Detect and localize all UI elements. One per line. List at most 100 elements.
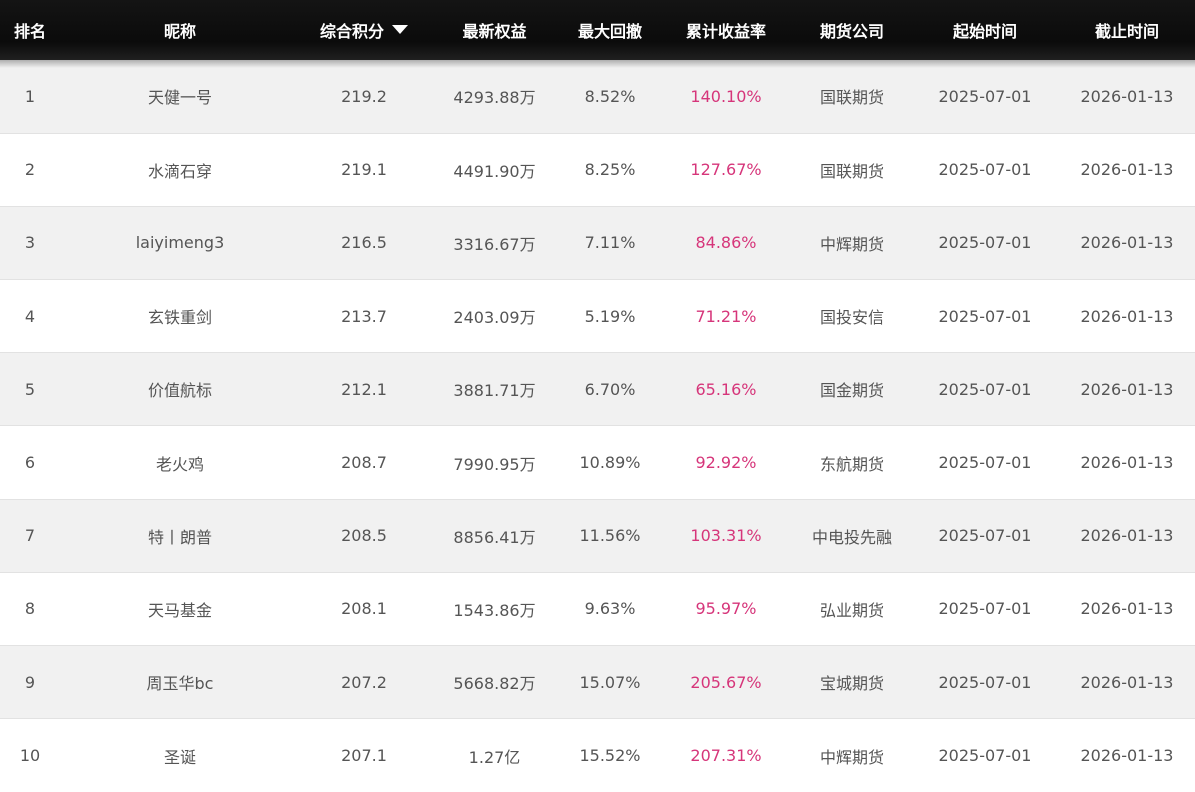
table-body: 1 天健一号 219.2 4293.88万 8.52% 140.10% 国联期货… <box>0 60 1195 792</box>
leaderboard: 排名 昵称 综合积分 最新权益 最大回撤 累计收益率 期货公司 起始时间 截止时… <box>0 0 1195 792</box>
cell-start-date: 2025-07-01 <box>938 746 1032 766</box>
nickname-link[interactable]: 天马基金 <box>148 601 212 620</box>
cell-end-date: 2026-01-13 <box>1080 453 1174 473</box>
cell-end-date: 2026-01-13 <box>1080 160 1174 180</box>
cell-start-date: 2025-07-01 <box>938 379 1032 399</box>
table-row: 6 老火鸡 208.7 7990.95万 10.89% 92.92% 东航期货 … <box>0 425 1195 500</box>
header-return-rate: 累计收益率 <box>659 0 793 60</box>
cell-nickname: 特丨朗普 <box>60 499 300 572</box>
cell-nickname: 天马基金 <box>60 572 300 645</box>
cell-return-rate: 207.31% <box>690 746 762 766</box>
header-equity-label: 最新权益 <box>462 22 527 41</box>
cell-rank: 5 <box>24 379 36 399</box>
cell-return-rate: 127.67% <box>690 160 762 180</box>
header-rank: 排名 <box>0 0 60 60</box>
cell-score: 207.2 <box>341 672 387 692</box>
cell-company: 中电投先融 <box>811 527 892 547</box>
cell-start-date: 2025-07-01 <box>938 526 1032 546</box>
cell-equity: 5668.82万 <box>453 674 536 694</box>
nickname-link[interactable]: 天健一号 <box>148 88 212 107</box>
table-header: 排名 昵称 综合积分 最新权益 最大回撤 累计收益率 期货公司 起始时间 截止时… <box>0 0 1195 60</box>
cell-nickname: 天健一号 <box>60 60 300 133</box>
cell-company: 国联期货 <box>819 88 884 108</box>
table-row: 7 特丨朗普 208.5 8856.41万 11.56% 103.31% 中电投… <box>0 499 1195 573</box>
nickname-link[interactable]: 玄铁重剑 <box>148 308 212 327</box>
cell-return-rate: 103.31% <box>690 526 762 546</box>
cell-start-date: 2025-07-01 <box>938 672 1032 692</box>
cell-rank: 6 <box>24 453 36 473</box>
cell-score: 213.7 <box>341 306 387 326</box>
cell-start-date: 2025-07-01 <box>938 599 1032 619</box>
cell-rank: 8 <box>24 599 36 619</box>
header-drawdown-label: 最大回撤 <box>577 22 642 41</box>
header-end-label: 截止时间 <box>1094 22 1159 41</box>
sort-desc-icon <box>392 25 408 34</box>
nickname-link[interactable]: 老火鸡 <box>156 455 204 474</box>
nickname-link[interactable]: 水滴石穿 <box>148 162 212 181</box>
cell-drawdown: 15.52% <box>579 746 641 766</box>
cell-start-date: 2025-07-01 <box>938 86 1032 106</box>
cell-rank: 7 <box>24 526 36 546</box>
cell-rank: 3 <box>24 233 36 253</box>
ranking-table: 排名 昵称 综合积分 最新权益 最大回撤 累计收益率 期货公司 起始时间 截止时… <box>0 0 1195 792</box>
cell-end-date: 2026-01-13 <box>1080 86 1174 106</box>
cell-start-date: 2025-07-01 <box>938 160 1032 180</box>
nickname-link[interactable]: 周玉华bc <box>147 674 214 693</box>
header-company-label: 期货公司 <box>819 22 884 41</box>
cell-rank: 9 <box>24 672 36 692</box>
nickname-link[interactable]: 圣诞 <box>164 748 196 767</box>
table-row: 10 圣诞 207.1 1.27亿 15.52% 207.31% 中辉期货 20… <box>0 718 1195 792</box>
cell-end-date: 2026-01-13 <box>1080 672 1174 692</box>
cell-equity: 1.27亿 <box>468 747 521 767</box>
cell-return-rate: 65.16% <box>695 379 757 399</box>
cell-score: 207.1 <box>341 746 387 766</box>
header-nickname-label: 昵称 <box>163 22 196 41</box>
header-drawdown: 最大回撤 <box>561 0 659 60</box>
nickname-link[interactable]: 特丨朗普 <box>148 528 212 547</box>
cell-company: 中辉期货 <box>819 234 884 254</box>
cell-equity: 3881.71万 <box>453 381 536 401</box>
cell-end-date: 2026-01-13 <box>1080 599 1174 619</box>
cell-drawdown: 15.07% <box>579 672 641 692</box>
header-end: 截止时间 <box>1059 0 1195 60</box>
cell-nickname: 玄铁重剑 <box>60 280 300 353</box>
header-company: 期货公司 <box>793 0 911 60</box>
table-row: 8 天马基金 208.1 1543.86万 9.63% 95.97% 弘业期货 … <box>0 572 1195 646</box>
header-score-sort[interactable]: 综合积分 <box>300 0 428 60</box>
cell-return-rate: 92.92% <box>695 453 757 473</box>
cell-return-rate: 84.86% <box>695 233 757 253</box>
cell-drawdown: 5.19% <box>584 306 636 326</box>
cell-company: 宝城期货 <box>819 674 884 694</box>
cell-company: 东航期货 <box>819 454 884 474</box>
cell-score: 212.1 <box>341 379 387 399</box>
cell-equity: 1543.86万 <box>453 600 536 620</box>
header-return-rate-label: 累计收益率 <box>685 22 766 41</box>
header-nickname: 昵称 <box>60 0 300 60</box>
cell-nickname: 价值航标 <box>60 353 300 426</box>
cell-score: 208.1 <box>341 599 387 619</box>
cell-end-date: 2026-01-13 <box>1080 746 1174 766</box>
cell-drawdown: 9.63% <box>584 599 636 619</box>
cell-end-date: 2026-01-13 <box>1080 306 1174 326</box>
cell-start-date: 2025-07-01 <box>938 453 1032 473</box>
table-row: 4 玄铁重剑 213.7 2403.09万 5.19% 71.21% 国投安信 … <box>0 279 1195 353</box>
cell-score: 216.5 <box>341 233 387 253</box>
cell-nickname: 周玉华bc <box>60 646 300 719</box>
cell-score: 219.2 <box>341 86 387 106</box>
table-row: 1 天健一号 219.2 4293.88万 8.52% 140.10% 国联期货… <box>0 60 1195 134</box>
cell-nickname: laiyimeng3 <box>60 206 300 279</box>
cell-company: 国投安信 <box>819 308 884 328</box>
cell-score: 219.1 <box>341 160 387 180</box>
table-row: 2 水滴石穿 219.1 4491.90万 8.25% 127.67% 国联期货… <box>0 133 1195 207</box>
header-row: 排名 昵称 综合积分 最新权益 最大回撤 累计收益率 期货公司 起始时间 截止时… <box>0 0 1195 60</box>
cell-drawdown: 6.70% <box>584 379 636 399</box>
nickname-link[interactable]: laiyimeng3 <box>136 233 225 252</box>
cell-end-date: 2026-01-13 <box>1080 526 1174 546</box>
nickname-link[interactable]: 价值航标 <box>148 381 212 400</box>
cell-drawdown: 11.56% <box>579 526 641 546</box>
cell-equity: 7990.95万 <box>453 454 536 474</box>
table-row: 5 价值航标 212.1 3881.71万 6.70% 65.16% 国金期货 … <box>0 352 1195 426</box>
cell-drawdown: 7.11% <box>584 233 636 253</box>
cell-return-rate: 71.21% <box>695 306 757 326</box>
header-start: 起始时间 <box>911 0 1059 60</box>
